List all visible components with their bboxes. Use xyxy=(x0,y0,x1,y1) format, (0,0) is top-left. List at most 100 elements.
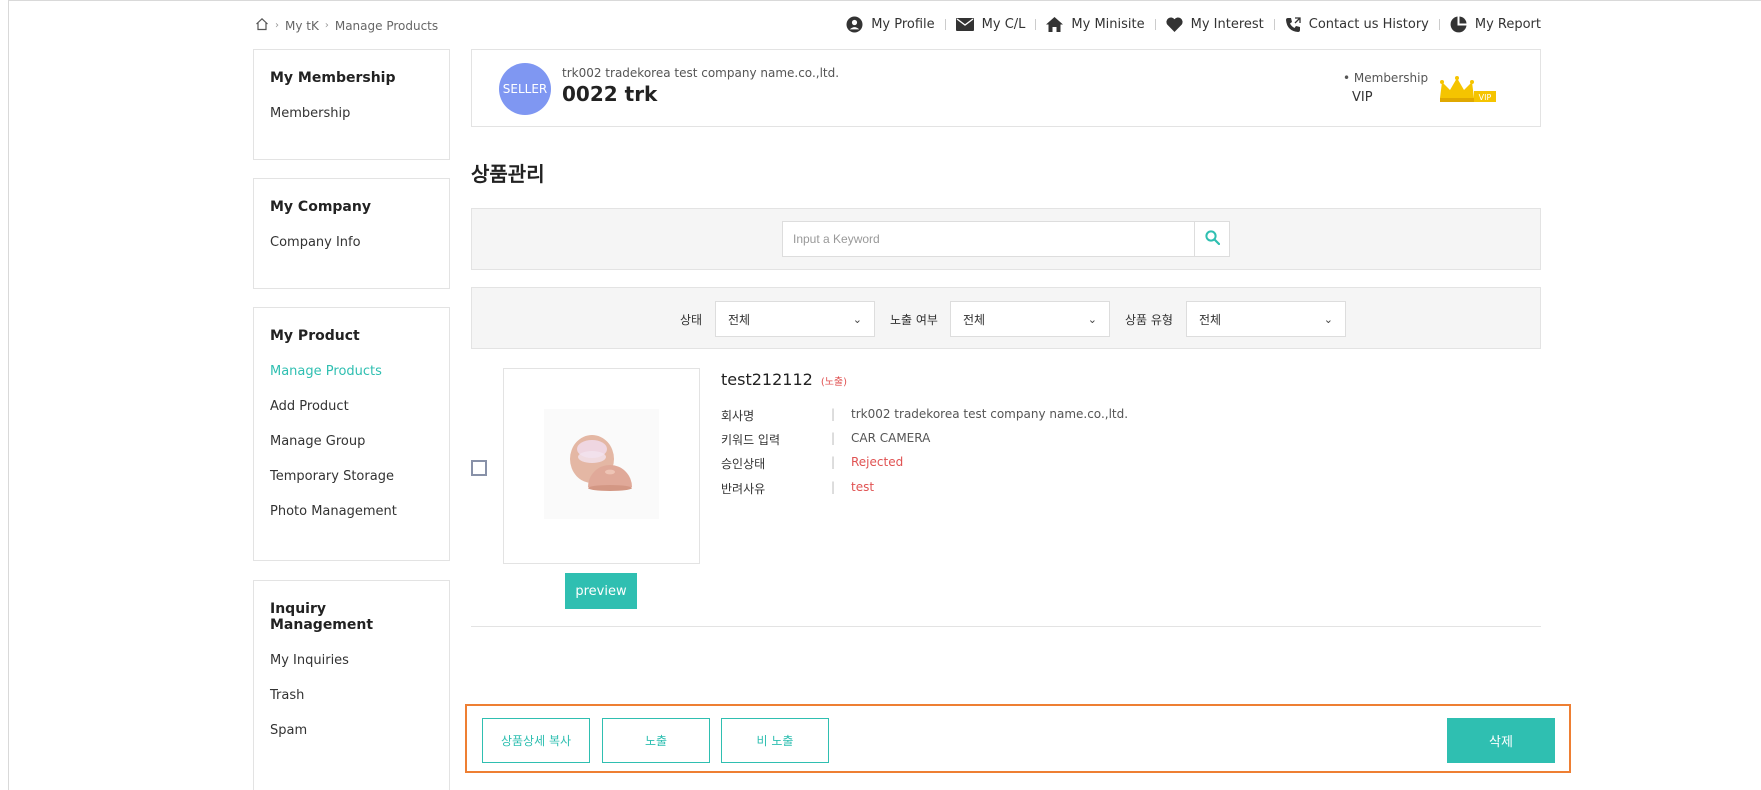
chevron-down-icon: ⌄ xyxy=(1087,312,1097,326)
nav-my-cl[interactable]: My C/L xyxy=(955,17,1026,32)
top-navigation: My Profile My C/L My Minisite My Interes… xyxy=(846,16,1541,33)
sidebar-group-title: Inquiry Management xyxy=(270,601,374,633)
product-detail-row: 회사명 | trk002 tradekorea test company nam… xyxy=(721,407,1128,424)
nav-label: My Profile xyxy=(871,17,935,32)
nav-label: My Interest xyxy=(1190,17,1264,32)
bulk-action-bar: 상품상세 복사 노출 비 노출 삭제 xyxy=(465,704,1571,773)
sidebar-item-temporary-storage[interactable]: Temporary Storage xyxy=(270,469,433,484)
product-detail-row: 반려사유 | test xyxy=(721,480,874,497)
profile-card: SELLER trk002 tradekorea test company na… xyxy=(471,49,1541,127)
sidebar-item-trash[interactable]: Trash xyxy=(270,688,433,703)
nav-label: My C/L xyxy=(981,17,1026,32)
sidebar-item-add-product[interactable]: Add Product xyxy=(270,399,433,414)
product-checkbox[interactable] xyxy=(471,460,487,476)
mail-icon xyxy=(955,18,974,31)
search-input[interactable] xyxy=(782,221,1195,257)
hide-button[interactable]: 비 노출 xyxy=(721,718,829,763)
filter-status-select[interactable]: 전체 ⌄ xyxy=(715,301,875,337)
phone-icon xyxy=(1285,16,1301,33)
sidebar-item-spam[interactable]: Spam xyxy=(270,723,433,738)
sidebar-item-company-info[interactable]: Company Info xyxy=(270,235,433,250)
sidebar-item-my-inquiries[interactable]: My Inquiries xyxy=(270,653,433,668)
detail-key: 회사명 xyxy=(721,409,755,423)
product-status-badge: (노출) xyxy=(820,377,848,388)
filter-exposure-label: 노출 여부 xyxy=(890,313,938,327)
breadcrumb-separator: › xyxy=(275,20,279,31)
detail-divider: | xyxy=(831,407,836,421)
membership-label: • Membership xyxy=(1343,71,1429,85)
crown-vip-text: VIP xyxy=(1479,93,1492,102)
pie-chart-icon xyxy=(1450,16,1467,33)
sidebar-inquiry-group: Inquiry Management My Inquiries Trash Sp… xyxy=(253,580,450,790)
nav-my-minisite[interactable]: My Minisite xyxy=(1046,17,1145,32)
filter-type-label: 상품 유형 xyxy=(1125,313,1173,327)
product-image xyxy=(544,409,659,519)
detail-value: test xyxy=(851,480,875,494)
detail-value: CAR CAMERA xyxy=(851,431,931,445)
sidebar-item-manage-group[interactable]: Manage Group xyxy=(270,434,433,449)
nav-divider xyxy=(944,19,946,30)
product-name-row: test212112 (노출) xyxy=(721,370,847,389)
seller-badge: SELLER xyxy=(499,63,551,115)
sidebar-membership-group: My Membership Membership xyxy=(253,49,450,160)
sidebar-item-manage-products[interactable]: Manage Products xyxy=(270,364,433,379)
user-name: 0022 trk xyxy=(562,82,658,106)
crown-icon: VIP xyxy=(1438,76,1500,108)
chevron-down-icon: ⌄ xyxy=(1323,312,1333,326)
filter-status-label: 상태 xyxy=(680,313,703,327)
filter-type-select[interactable]: 전체 ⌄ xyxy=(1186,301,1346,337)
detail-divider: | xyxy=(831,431,836,445)
nav-divider xyxy=(1273,19,1275,30)
nav-label: Contact us History xyxy=(1308,17,1429,32)
heart-icon xyxy=(1166,17,1183,32)
sidebar-item-membership[interactable]: Membership xyxy=(270,106,433,121)
nav-my-interest[interactable]: My Interest xyxy=(1166,17,1264,32)
row-divider xyxy=(471,626,1541,627)
delete-button[interactable]: 삭제 xyxy=(1447,718,1555,763)
product-thumbnail[interactable] xyxy=(503,368,700,564)
breadcrumb-item-mytk[interactable]: My tK xyxy=(285,19,319,33)
filter-exposure-select[interactable]: 전체 ⌄ xyxy=(950,301,1110,337)
home-icon[interactable] xyxy=(255,17,269,34)
company-name: trk002 tradekorea test company name.co.,… xyxy=(562,66,840,80)
product-name[interactable]: test212112 xyxy=(721,370,813,389)
sidebar-group-title: My Company xyxy=(270,199,371,215)
breadcrumb-separator: › xyxy=(324,20,329,31)
sidebar-group-title: My Product xyxy=(270,328,360,344)
breadcrumb-item-current: Manage Products xyxy=(334,18,439,33)
nav-my-profile[interactable]: My Profile xyxy=(846,16,935,33)
search-button[interactable] xyxy=(1195,221,1230,257)
nav-my-report[interactable]: My Report xyxy=(1450,16,1541,33)
detail-key: 승인상태 xyxy=(721,457,766,471)
copy-detail-button[interactable]: 상품상세 복사 xyxy=(482,718,590,763)
filter-value: 전체 xyxy=(728,312,751,327)
detail-divider: | xyxy=(831,480,836,494)
filter-value: 전체 xyxy=(963,312,986,327)
preview-button[interactable]: preview xyxy=(565,573,637,609)
nav-divider xyxy=(1154,19,1156,30)
breadcrumb: › My tK › Manage Products xyxy=(255,17,438,34)
search-panel xyxy=(471,208,1541,270)
expose-button[interactable]: 노출 xyxy=(602,718,710,763)
product-detail-row: 키워드 입력 | CAR CAMERA xyxy=(721,431,930,448)
page-title: 상품관리 xyxy=(471,162,545,186)
nav-divider xyxy=(1438,19,1440,30)
nav-contact-history[interactable]: Contact us History xyxy=(1285,16,1429,33)
detail-value: trk002 tradekorea test company name.co.,… xyxy=(851,407,1129,421)
filter-panel: 상태 전체 ⌄ 노출 여부 전체 ⌄ 상품 유형 전체 ⌄ xyxy=(471,287,1541,349)
sidebar-product-group: My Product Manage Products Add Product M… xyxy=(253,307,450,561)
detail-value: Rejected xyxy=(851,455,904,469)
filter-value: 전체 xyxy=(1199,312,1222,327)
product-detail-row: 승인상태 | Rejected xyxy=(721,455,903,472)
search-icon xyxy=(1204,229,1220,249)
sidebar-company-group: My Company Company Info xyxy=(253,178,450,289)
user-circle-icon xyxy=(846,16,863,33)
nav-label: My Minisite xyxy=(1071,17,1145,32)
detail-divider: | xyxy=(831,455,836,469)
detail-key: 키워드 입력 xyxy=(721,433,781,447)
home-filled-icon xyxy=(1046,17,1064,32)
membership-value: VIP xyxy=(1352,90,1373,105)
sidebar-item-photo-management[interactable]: Photo Management xyxy=(270,504,433,519)
detail-key: 반려사유 xyxy=(721,482,766,496)
sidebar-group-title: My Membership xyxy=(270,70,396,86)
